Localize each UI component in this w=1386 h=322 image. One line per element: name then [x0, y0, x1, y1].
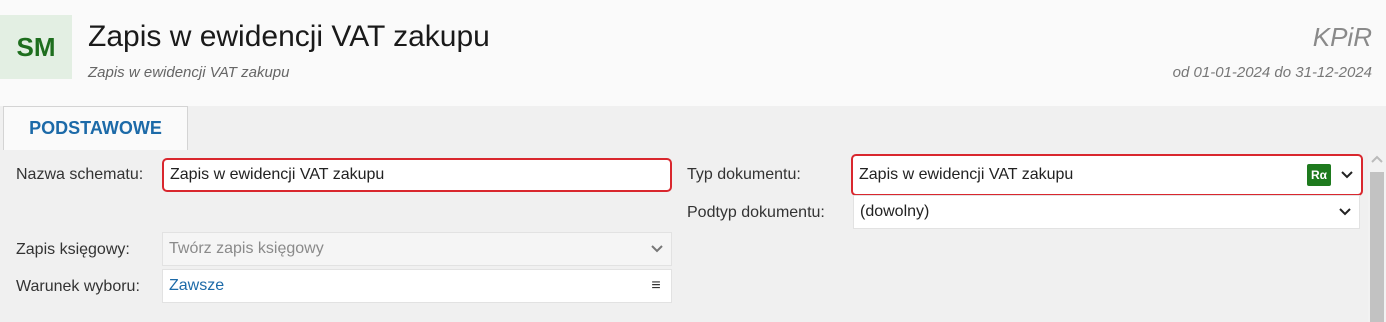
- condition-field[interactable]: Zawsze ≡: [162, 269, 672, 303]
- doc-subtype-value: (dowolny): [860, 203, 930, 220]
- chevron-down-icon[interactable]: [1339, 208, 1351, 216]
- scrollbar[interactable]: [1368, 150, 1386, 322]
- period-range: od 01-01-2024 do 31-12-2024: [1172, 64, 1372, 81]
- avatar: SM: [0, 15, 72, 79]
- tab-strip: PODSTAWOWE: [0, 106, 1386, 150]
- doc-subtype-label: Podtyp dokumentu:: [687, 204, 825, 221]
- schema-name-label: Nazwa schematu:: [16, 166, 144, 183]
- header: SM Zapis w ewidencji VAT zakupu Zapis w …: [0, 0, 1386, 106]
- schema-name-value: Zapis w ewidencji VAT zakupu: [170, 166, 385, 183]
- scroll-up-icon[interactable]: [1370, 154, 1384, 164]
- doc-type-value: Zapis w ewidencji VAT zakupu: [859, 166, 1074, 183]
- rejestr-badge-icon[interactable]: Rα: [1307, 164, 1331, 186]
- menu-icon[interactable]: ≡: [641, 270, 671, 302]
- condition-value[interactable]: Zawsze: [169, 277, 224, 295]
- module-name: KPiR: [1312, 22, 1372, 52]
- scroll-thumb[interactable]: [1370, 172, 1384, 322]
- doc-type-select[interactable]: Zapis w ewidencji VAT zakupu Rα: [851, 154, 1363, 196]
- entry-value: Twórz zapis księgowy: [169, 240, 324, 257]
- entry-label: Zapis księgowy:: [16, 241, 130, 258]
- entry-select[interactable]: Twórz zapis księgowy: [162, 232, 672, 266]
- condition-label: Warunek wyboru:: [16, 278, 140, 295]
- schema-name-field[interactable]: Zapis w ewidencji VAT zakupu: [162, 158, 672, 192]
- doc-subtype-select[interactable]: (dowolny): [853, 195, 1360, 229]
- page-title: Zapis w ewidencji VAT zakupu: [88, 20, 490, 53]
- doc-type-label: Typ dokumentu:: [687, 166, 801, 183]
- chevron-down-icon[interactable]: [1341, 171, 1353, 179]
- tab-podstawowe[interactable]: PODSTAWOWE: [3, 106, 188, 150]
- chevron-down-icon[interactable]: [651, 245, 663, 253]
- page-subtitle: Zapis w ewidencji VAT zakupu: [88, 64, 290, 81]
